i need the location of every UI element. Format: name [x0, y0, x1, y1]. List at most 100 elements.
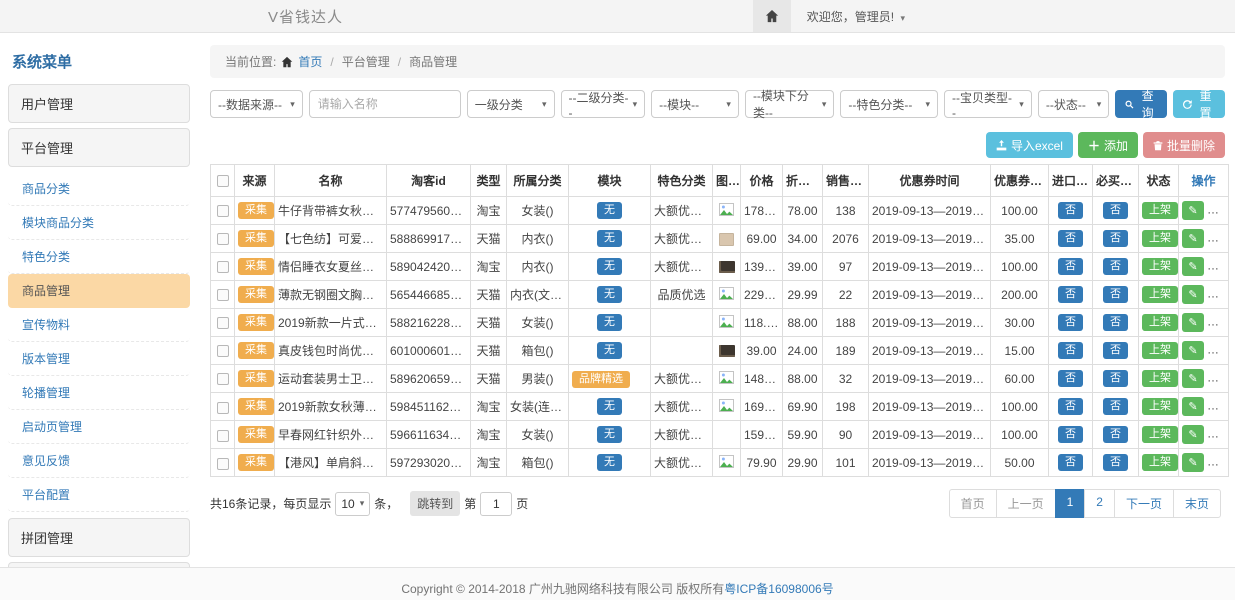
table-row: 采集运动套装男士卫衣初秋...589620659791天猫男装()品牌精选爱上运…	[211, 365, 1229, 393]
status-badge[interactable]: 上架	[1142, 202, 1178, 219]
import-select-badge[interactable]: 否	[1058, 258, 1083, 275]
must-buy-badge[interactable]: 否	[1103, 314, 1128, 331]
sidebar-group-平台管理[interactable]: 平台管理	[8, 128, 190, 167]
sidebar-item-意见反馈[interactable]: 意见反馈	[8, 444, 190, 478]
must-buy-badge[interactable]: 否	[1103, 258, 1128, 275]
icp-link[interactable]: 粤ICP备16098006号	[724, 580, 833, 597]
sidebar-item-平台配置[interactable]: 平台配置	[8, 478, 190, 512]
filter-select-8[interactable]: --状态--▾	[1038, 90, 1110, 118]
must-buy-badge[interactable]: 否	[1103, 202, 1128, 219]
filter-select-7[interactable]: --宝贝类型--▾	[944, 90, 1032, 118]
status-badge[interactable]: 上架	[1142, 426, 1178, 443]
must-buy-badge[interactable]: 否	[1103, 426, 1128, 443]
home-icon	[281, 56, 293, 68]
status-badge[interactable]: 上架	[1142, 314, 1178, 331]
row-checkbox[interactable]	[217, 373, 229, 385]
must-buy-badge[interactable]: 否	[1103, 370, 1128, 387]
import-select-badge[interactable]: 否	[1058, 426, 1083, 443]
import-select-badge[interactable]: 否	[1058, 398, 1083, 415]
name-search-input[interactable]	[309, 90, 461, 118]
edit-button[interactable]: ✎	[1182, 369, 1204, 388]
sidebar-item-模块商品分类[interactable]: 模块商品分类	[8, 206, 190, 240]
page-button-2[interactable]: 2	[1084, 489, 1115, 518]
jump-button[interactable]: 跳转到	[410, 491, 460, 516]
row-select-cell	[211, 197, 235, 225]
status-badge[interactable]: 上架	[1142, 454, 1178, 471]
sidebar-item-特色分类[interactable]: 特色分类	[8, 240, 190, 274]
row-checkbox[interactable]	[217, 402, 229, 414]
row-checkbox[interactable]	[217, 205, 229, 217]
table-row: 采集牛仔背带裤女秋装减龄...577479560965淘宝女装()无大额优惠券1…	[211, 197, 1229, 225]
page-button-末页[interactable]: 末页	[1173, 489, 1221, 518]
search-button[interactable]: 查询	[1115, 90, 1167, 118]
row-checkbox[interactable]	[217, 317, 229, 329]
page-button-首页[interactable]: 首页	[949, 489, 997, 518]
import-select-badge[interactable]: 否	[1058, 454, 1083, 471]
sidebar-item-商品分类[interactable]: 商品分类	[8, 172, 190, 206]
batch-delete-button[interactable]: 批量删除	[1143, 132, 1225, 158]
edit-button[interactable]: ✎	[1182, 425, 1204, 444]
per-page-select[interactable]: 10 ▾	[335, 492, 370, 516]
breadcrumb-home-link[interactable]: 首页	[298, 53, 322, 70]
edit-button[interactable]: ✎	[1182, 201, 1204, 220]
edit-button[interactable]: ✎	[1182, 397, 1204, 416]
chevron-down-icon: ▾	[1019, 99, 1024, 110]
row-checkbox[interactable]	[217, 458, 229, 470]
filter-select-6[interactable]: --特色分类--▾	[840, 90, 938, 118]
status-badge[interactable]: 上架	[1142, 398, 1178, 415]
add-button[interactable]: ＋ 添加	[1078, 132, 1138, 158]
edit-button[interactable]: ✎	[1182, 453, 1204, 472]
must-buy-badge[interactable]: 否	[1103, 230, 1128, 247]
module-cell: 无	[569, 225, 651, 253]
status-badge[interactable]: 上架	[1142, 230, 1178, 247]
edit-button[interactable]: ✎	[1182, 229, 1204, 248]
filter-select-2[interactable]: 一级分类▾	[467, 90, 555, 118]
coupon-amount: 100.00	[991, 393, 1049, 421]
import-select-badge[interactable]: 否	[1058, 342, 1083, 359]
user-menu[interactable]: 欢迎您，管理员! ▾	[807, 8, 905, 25]
page-button-1[interactable]: 1	[1055, 489, 1086, 518]
sidebar-group-用户管理[interactable]: 用户管理	[8, 84, 190, 123]
import-select-badge[interactable]: 否	[1058, 230, 1083, 247]
row-checkbox[interactable]	[217, 233, 229, 245]
status-badge[interactable]: 上架	[1142, 342, 1178, 359]
must-buy-badge[interactable]: 否	[1103, 342, 1128, 359]
status-badge[interactable]: 上架	[1142, 370, 1178, 387]
row-checkbox[interactable]	[217, 289, 229, 301]
must-buy-badge[interactable]: 否	[1103, 454, 1128, 471]
sidebar-group-拼团管理[interactable]: 拼团管理	[8, 518, 190, 557]
sidebar-item-商品管理[interactable]: 商品管理	[8, 274, 190, 308]
edit-button[interactable]: ✎	[1182, 313, 1204, 332]
edit-button[interactable]: ✎	[1182, 341, 1204, 360]
filter-select-4[interactable]: --模块--▾	[651, 90, 739, 118]
sidebar-group-省惠快报[interactable]: 省惠快报	[8, 562, 190, 567]
filter-select-0[interactable]: --数据来源--▾	[210, 90, 303, 118]
filter-select-3[interactable]: --二级分类--▾	[561, 90, 646, 118]
status-badge[interactable]: 上架	[1142, 286, 1178, 303]
home-button[interactable]	[753, 0, 791, 32]
import-select-badge[interactable]: 否	[1058, 314, 1083, 331]
import-select-badge[interactable]: 否	[1058, 202, 1083, 219]
row-checkbox[interactable]	[217, 345, 229, 357]
must-buy-badge[interactable]: 否	[1103, 286, 1128, 303]
filter-select-5[interactable]: --模块下分类--▾	[745, 90, 834, 118]
edit-button[interactable]: ✎	[1182, 285, 1204, 304]
sidebar-item-宣传物料[interactable]: 宣传物料	[8, 308, 190, 342]
status-badge[interactable]: 上架	[1142, 258, 1178, 275]
reset-button[interactable]: 重置	[1173, 90, 1225, 118]
sidebar-item-版本管理[interactable]: 版本管理	[8, 342, 190, 376]
select-all-checkbox[interactable]	[217, 175, 229, 187]
sidebar-item-轮播管理[interactable]: 轮播管理	[8, 376, 190, 410]
must-buy-badge[interactable]: 否	[1103, 398, 1128, 415]
page-button-上一页[interactable]: 上一页	[996, 489, 1056, 518]
product-thumbnail	[719, 345, 735, 357]
edit-button[interactable]: ✎	[1182, 257, 1204, 276]
row-checkbox[interactable]	[217, 261, 229, 273]
import-select-badge[interactable]: 否	[1058, 370, 1083, 387]
page-number-input[interactable]	[480, 492, 512, 516]
import-select-badge[interactable]: 否	[1058, 286, 1083, 303]
row-checkbox[interactable]	[217, 430, 229, 442]
sidebar-item-启动页管理[interactable]: 启动页管理	[8, 410, 190, 444]
page-button-下一页[interactable]: 下一页	[1114, 489, 1174, 518]
import-excel-button[interactable]: 导入excel	[986, 132, 1073, 158]
